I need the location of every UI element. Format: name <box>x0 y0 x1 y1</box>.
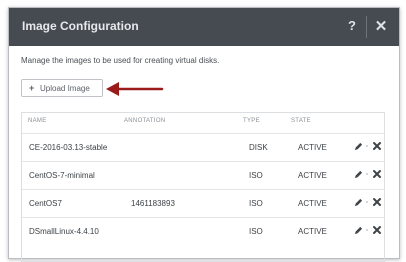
image-type: ISO <box>249 171 263 180</box>
delete-x-icon[interactable] <box>372 141 382 151</box>
image-state: ACTIVE <box>298 143 327 152</box>
action-divider <box>366 201 368 203</box>
pencil-icon[interactable] <box>354 170 363 179</box>
image-name: CE-2016-03.13-stable <box>29 143 108 152</box>
header-divider <box>366 16 367 38</box>
image-type: DISK <box>249 143 268 152</box>
image-state: ACTIVE <box>298 199 327 208</box>
action-divider <box>366 229 368 231</box>
help-button[interactable]: ? <box>345 18 359 34</box>
annotation-arrow <box>106 82 164 96</box>
upload-image-label: Upload Image <box>40 84 90 93</box>
table-row: DSmallLinux-4.4.10 ISO ACTIVE <box>22 217 384 246</box>
delete-x-icon[interactable] <box>372 197 382 207</box>
column-header-type: TYPE <box>243 118 260 124</box>
image-annotation: 1461183893 <box>131 199 175 208</box>
image-type: ISO <box>249 227 263 236</box>
column-header-annotation: ANNOTATION <box>124 118 166 124</box>
table-row: CentOS-7-minimal ISO ACTIVE <box>22 161 384 190</box>
dialog-header: Image Configuration ? ✕ <box>9 8 399 46</box>
image-name: DSmallLinux-4.4.10 <box>29 227 99 236</box>
image-state: ACTIVE <box>298 227 327 236</box>
delete-x-icon[interactable] <box>372 169 382 179</box>
column-header-name: NAME <box>28 118 47 124</box>
upload-image-button[interactable]: + Upload Image <box>21 79 103 97</box>
image-name: CentOS7 <box>29 199 62 208</box>
pencil-icon[interactable] <box>354 226 363 235</box>
plus-icon: + <box>29 83 35 93</box>
pencil-icon[interactable] <box>354 198 363 207</box>
action-divider <box>366 145 368 147</box>
image-name: CentOS-7-minimal <box>29 171 95 180</box>
delete-x-icon[interactable] <box>372 225 382 235</box>
image-state: ACTIVE <box>298 171 327 180</box>
table-row: CentOS7 1461183893 ISO ACTIVE <box>22 189 384 218</box>
close-button[interactable]: ✕ <box>373 17 389 35</box>
table-row: CE-2016-03.13-stable DISK ACTIVE <box>22 133 384 162</box>
dialog-description: Manage the images to be used for creatin… <box>21 56 220 65</box>
action-divider <box>366 173 368 175</box>
pencil-icon[interactable] <box>354 142 363 151</box>
image-type: ISO <box>249 199 263 208</box>
column-header-state: STATE <box>291 118 311 124</box>
dialog-title: Image Configuration <box>22 19 139 33</box>
